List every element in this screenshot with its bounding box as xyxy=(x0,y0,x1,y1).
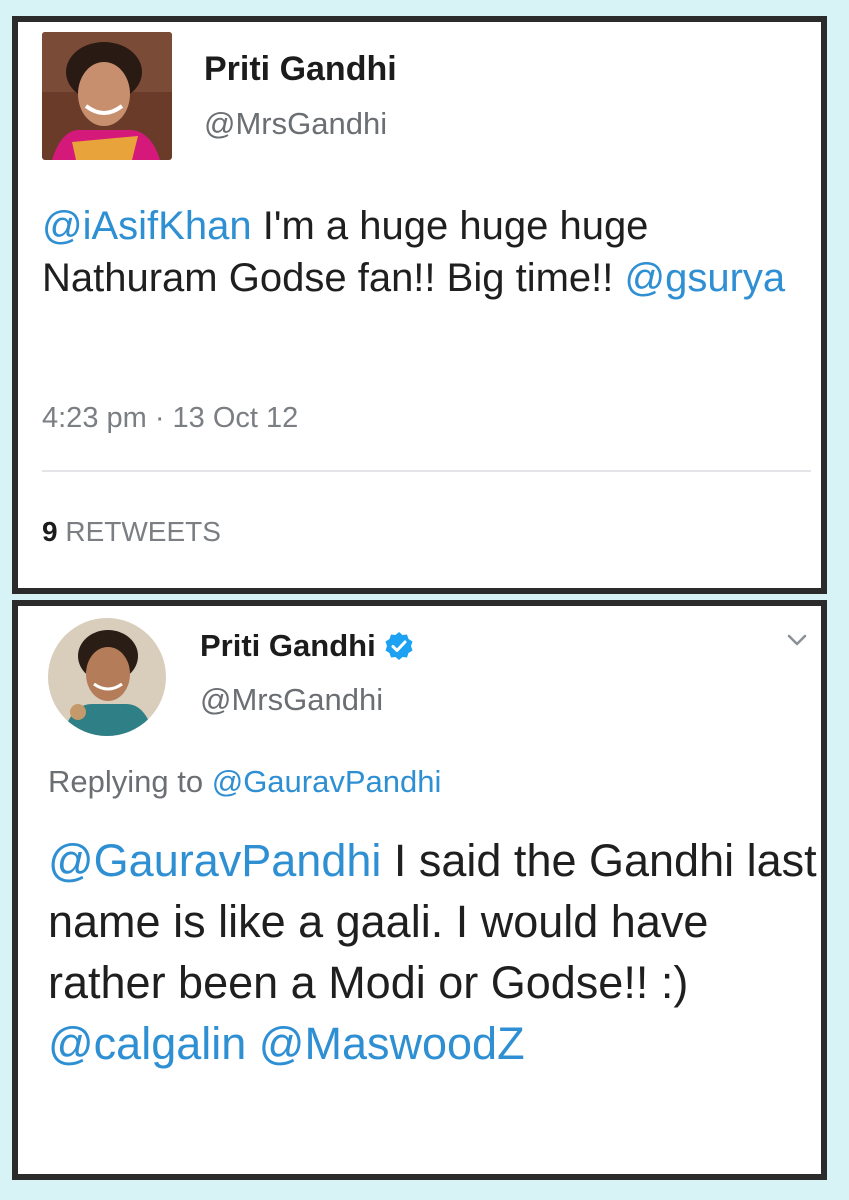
author-handle[interactable]: @MrsGandhi xyxy=(204,106,387,142)
tweet-text: @GauravPandhi I said the Gandhi last nam… xyxy=(48,830,821,1074)
author-handle[interactable]: @MrsGandhi xyxy=(200,682,383,718)
verified-badge-icon xyxy=(384,631,414,661)
tweet-card-1: Priti Gandhi @MrsGandhi @iAsifKhan I'm a… xyxy=(12,16,827,594)
mention-link[interactable]: @iAsifKhan xyxy=(42,204,252,248)
divider xyxy=(42,470,811,472)
retweet-stats[interactable]: 9 RETWEETS xyxy=(42,516,221,548)
tweet-card-2: Priti Gandhi @MrsGandhi Replying to @Gau… xyxy=(12,600,827,1180)
mention-link[interactable]: @gsurya xyxy=(624,256,785,300)
mention-link[interactable]: @GauravPandhi xyxy=(48,835,381,886)
author-name-text: Priti Gandhi xyxy=(200,628,376,663)
avatar[interactable] xyxy=(42,32,172,160)
mention-link[interactable]: @MaswoodZ xyxy=(259,1018,525,1069)
reply-context: Replying to @GauravPandhi xyxy=(48,764,441,800)
author-name[interactable]: Priti Gandhi xyxy=(204,50,397,89)
retweet-label: RETWEETS xyxy=(57,516,221,547)
avatar[interactable] xyxy=(48,618,166,736)
reply-to-link[interactable]: @GauravPandhi xyxy=(212,764,442,799)
mention-link[interactable]: @calgalin xyxy=(48,1018,246,1069)
tweet-text: @iAsifKhan I'm a huge huge huge Nathuram… xyxy=(42,200,802,304)
reply-prefix: Replying to xyxy=(48,764,212,799)
chevron-down-icon[interactable] xyxy=(783,626,811,654)
timestamp[interactable]: 4:23 pm · 13 Oct 12 xyxy=(42,402,298,435)
retweet-count: 9 xyxy=(42,516,58,547)
author-name[interactable]: Priti Gandhi xyxy=(200,628,414,664)
